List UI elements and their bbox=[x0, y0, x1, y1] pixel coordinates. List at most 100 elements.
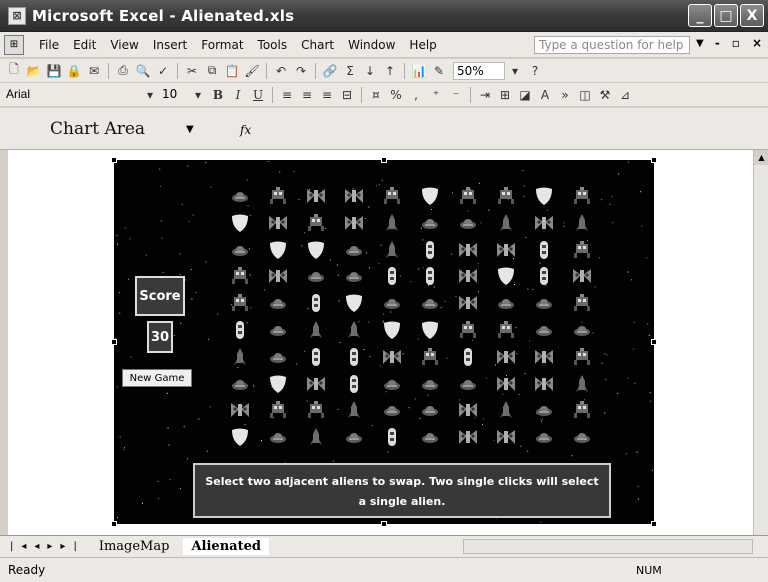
moth-alien-icon[interactable] bbox=[495, 373, 517, 395]
ufo-alien-icon[interactable] bbox=[495, 292, 517, 314]
size-dropdown-icon[interactable]: ▾ bbox=[190, 87, 206, 103]
print-icon[interactable]: ⎙ bbox=[115, 63, 131, 79]
robot-alien-icon[interactable] bbox=[495, 319, 517, 341]
scroll-up-icon[interactable]: ▲ bbox=[754, 150, 768, 165]
moth-alien-icon[interactable] bbox=[457, 399, 479, 421]
moth-alien-icon[interactable] bbox=[305, 373, 327, 395]
moth-alien-icon[interactable] bbox=[533, 212, 555, 234]
moth-alien-icon[interactable] bbox=[305, 185, 327, 207]
ufo-alien-icon[interactable] bbox=[229, 373, 251, 395]
percent-icon[interactable]: % bbox=[388, 87, 404, 103]
chart-icon[interactable]: ⊿ bbox=[617, 87, 633, 103]
ufo-alien-icon[interactable] bbox=[533, 426, 555, 448]
spelling-icon[interactable]: ✓ bbox=[155, 63, 171, 79]
pod-alien-icon[interactable] bbox=[419, 239, 441, 261]
ufo-alien-icon[interactable] bbox=[343, 426, 365, 448]
moth-alien-icon[interactable] bbox=[457, 265, 479, 287]
shield-alien-icon[interactable] bbox=[419, 319, 441, 341]
moth-alien-icon[interactable] bbox=[533, 373, 555, 395]
autosum-icon[interactable]: Σ bbox=[342, 63, 358, 79]
sort-ascending-icon[interactable]: ↓ bbox=[362, 63, 378, 79]
shield-alien-icon[interactable] bbox=[229, 426, 251, 448]
format-painter-icon[interactable]: 🖌 bbox=[244, 63, 260, 79]
currency-icon[interactable]: ¤ bbox=[368, 87, 384, 103]
open-icon[interactable]: 📂 bbox=[26, 63, 42, 79]
ufo-alien-icon[interactable] bbox=[381, 292, 403, 314]
ufo-alien-icon[interactable] bbox=[381, 399, 403, 421]
tools-icon[interactable]: ⚒ bbox=[597, 87, 613, 103]
ufo-alien-icon[interactable] bbox=[419, 426, 441, 448]
rocket-alien-icon[interactable] bbox=[305, 426, 327, 448]
ufo-alien-icon[interactable] bbox=[267, 319, 289, 341]
pod-alien-icon[interactable] bbox=[533, 239, 555, 261]
robot-alien-icon[interactable] bbox=[419, 346, 441, 368]
align-center-icon[interactable]: ≡ bbox=[299, 87, 315, 103]
ufo-alien-icon[interactable] bbox=[419, 373, 441, 395]
rocket-alien-icon[interactable] bbox=[495, 212, 517, 234]
ufo-alien-icon[interactable] bbox=[343, 265, 365, 287]
chart-wizard-icon[interactable]: 📊 bbox=[411, 63, 427, 79]
zoom-select[interactable]: 50% bbox=[453, 61, 505, 80]
chart-resize-handle[interactable] bbox=[111, 157, 117, 163]
excel-app-icon[interactable]: ⊠ bbox=[8, 6, 26, 25]
chart-resize-handle[interactable] bbox=[381, 521, 387, 527]
help-icon[interactable]: ? bbox=[527, 63, 543, 79]
pod-alien-icon[interactable] bbox=[305, 346, 327, 368]
menu-format[interactable]: Format bbox=[194, 38, 250, 52]
ufo-alien-icon[interactable] bbox=[457, 212, 479, 234]
robot-alien-icon[interactable] bbox=[571, 239, 593, 261]
rocket-alien-icon[interactable] bbox=[343, 319, 365, 341]
robot-alien-icon[interactable] bbox=[305, 212, 327, 234]
increase-decimal-icon[interactable]: ⁺ bbox=[428, 87, 444, 103]
fill-color-icon[interactable]: ◪ bbox=[517, 87, 533, 103]
minimize-button[interactable]: _ bbox=[688, 4, 712, 27]
pod-alien-icon[interactable] bbox=[229, 319, 251, 341]
pod-alien-icon[interactable] bbox=[457, 346, 479, 368]
vertical-scrollbar[interactable]: ▲ bbox=[753, 150, 768, 535]
pod-alien-icon[interactable] bbox=[419, 265, 441, 287]
align-left-icon[interactable]: ≡ bbox=[279, 87, 295, 103]
robot-alien-icon[interactable] bbox=[571, 292, 593, 314]
hyperlink-icon[interactable]: 🔗 bbox=[322, 63, 338, 79]
ufo-alien-icon[interactable] bbox=[571, 426, 593, 448]
toolbar-options-icon[interactable]: » bbox=[557, 87, 573, 103]
font-size-select[interactable]: 10 bbox=[160, 86, 188, 104]
chart-type-icon[interactable]: ◫ bbox=[577, 87, 593, 103]
pod-alien-icon[interactable] bbox=[381, 265, 403, 287]
zoom-dropdown-icon[interactable]: ▾ bbox=[507, 63, 523, 79]
decrease-decimal-icon[interactable]: ⁻ bbox=[448, 87, 464, 103]
copy-icon[interactable]: ⧉ bbox=[204, 63, 220, 79]
shield-alien-icon[interactable] bbox=[533, 185, 555, 207]
shield-alien-icon[interactable] bbox=[343, 292, 365, 314]
menu-window[interactable]: Window bbox=[341, 38, 402, 52]
rocket-alien-icon[interactable] bbox=[229, 346, 251, 368]
robot-alien-icon[interactable] bbox=[381, 185, 403, 207]
close-button[interactable]: X bbox=[740, 4, 764, 27]
borders-icon[interactable]: ⊞ bbox=[497, 87, 513, 103]
ufo-alien-icon[interactable] bbox=[533, 292, 555, 314]
ufo-alien-icon[interactable] bbox=[457, 373, 479, 395]
print-preview-icon[interactable]: 🔍 bbox=[135, 63, 151, 79]
new-game-button[interactable]: New Game bbox=[122, 369, 192, 387]
ufo-alien-icon[interactable] bbox=[267, 346, 289, 368]
ufo-alien-icon[interactable] bbox=[267, 426, 289, 448]
moth-alien-icon[interactable] bbox=[495, 239, 517, 261]
tab-imagemap[interactable]: ImageMap bbox=[91, 538, 178, 555]
shield-alien-icon[interactable] bbox=[495, 265, 517, 287]
menu-chart[interactable]: Chart bbox=[294, 38, 341, 52]
menu-file[interactable]: File bbox=[32, 38, 66, 52]
new-icon[interactable]: 🗋 bbox=[6, 62, 22, 79]
rocket-alien-icon[interactable] bbox=[381, 212, 403, 234]
robot-alien-icon[interactable] bbox=[571, 185, 593, 207]
doc-restore-button[interactable]: ▫ bbox=[732, 36, 740, 50]
chart-resize-handle[interactable] bbox=[651, 339, 657, 345]
pod-alien-icon[interactable] bbox=[305, 292, 327, 314]
pod-alien-icon[interactable] bbox=[343, 346, 365, 368]
pod-alien-icon[interactable] bbox=[343, 373, 365, 395]
robot-alien-icon[interactable] bbox=[495, 185, 517, 207]
ufo-alien-icon[interactable] bbox=[533, 399, 555, 421]
ufo-alien-icon[interactable] bbox=[229, 185, 251, 207]
moth-alien-icon[interactable] bbox=[229, 399, 251, 421]
menu-help[interactable]: Help bbox=[402, 38, 443, 52]
sort-descending-icon[interactable]: ↑ bbox=[382, 63, 398, 79]
